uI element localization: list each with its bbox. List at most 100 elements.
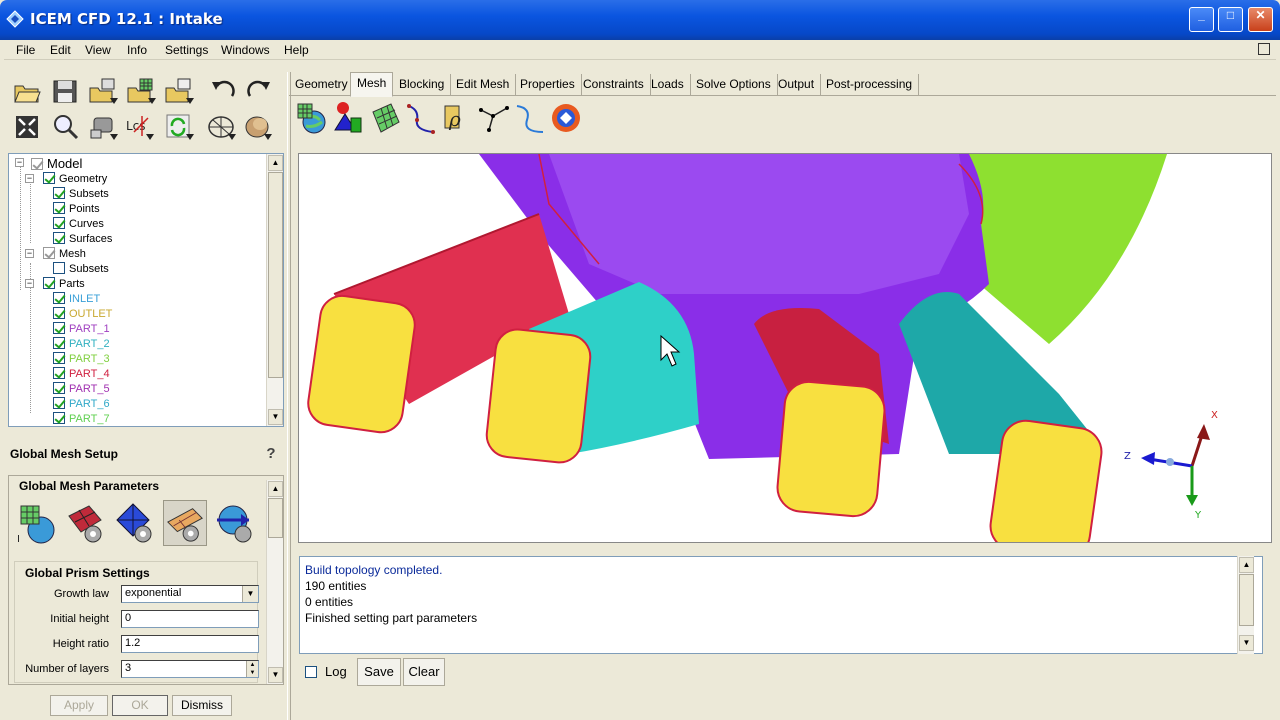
compute-mesh-icon[interactable] bbox=[549, 100, 583, 136]
tree-item-part[interactable]: OUTLET bbox=[53, 307, 112, 322]
tab-geometry[interactable]: Geometry bbox=[289, 74, 355, 96]
ok-button[interactable]: OK bbox=[112, 695, 168, 716]
close-button[interactable]: ✕ bbox=[1248, 7, 1273, 32]
tree-item-curves[interactable]: Curves bbox=[53, 217, 104, 232]
tree-item-parts[interactable]: Parts bbox=[43, 277, 85, 292]
tree-item-part[interactable]: PART_1 bbox=[53, 322, 110, 337]
tree-item-part[interactable]: PART_4 bbox=[53, 367, 110, 382]
prism-meshing-params-icon[interactable] bbox=[163, 500, 207, 546]
part-checkbox[interactable] bbox=[53, 397, 65, 409]
scroll-thumb[interactable] bbox=[268, 498, 283, 538]
message-scrollbar[interactable]: ▲ ▼ bbox=[1237, 556, 1254, 654]
tree-item-mesh[interactable]: Mesh bbox=[43, 247, 86, 262]
points-checkbox[interactable] bbox=[53, 202, 65, 214]
tree-item-part[interactable]: PART_5 bbox=[53, 382, 110, 397]
help-icon[interactable]: ? bbox=[264, 445, 278, 463]
scroll-down-icon[interactable]: ▼ bbox=[268, 409, 283, 425]
menu-windows[interactable]: Windows bbox=[221, 43, 270, 57]
mesh-subsets-checkbox[interactable] bbox=[53, 262, 65, 274]
tree-expander[interactable]: − bbox=[25, 249, 34, 258]
mesh-checkbox[interactable] bbox=[43, 247, 55, 259]
tree-item-points[interactable]: Points bbox=[53, 202, 100, 217]
create-mesh-density-icon[interactable]: ρ bbox=[441, 100, 475, 136]
maximize-button[interactable]: □ bbox=[1218, 7, 1243, 32]
restore-window-icon[interactable] bbox=[1258, 43, 1270, 55]
tab-properties[interactable]: Properties bbox=[514, 74, 582, 96]
menu-settings[interactable]: Settings bbox=[165, 43, 208, 57]
tab-constraints[interactable]: Constraints bbox=[577, 74, 651, 96]
tab-mesh[interactable]: Mesh bbox=[350, 72, 394, 97]
growth-law-select[interactable]: exponential ▼ bbox=[121, 585, 259, 603]
log-label[interactable]: Log bbox=[325, 664, 347, 679]
scroll-up-icon[interactable]: ▲ bbox=[268, 481, 283, 497]
tab-edit-mesh[interactable]: Edit Mesh bbox=[450, 74, 517, 96]
scroll-up-icon[interactable]: ▲ bbox=[1239, 557, 1254, 573]
tree-item-model[interactable]: Model bbox=[31, 156, 82, 171]
tab-blocking[interactable]: Blocking bbox=[393, 74, 452, 96]
height-ratio-input[interactable]: 1.2 bbox=[121, 635, 259, 653]
surfaces-checkbox[interactable] bbox=[53, 232, 65, 244]
part-checkbox[interactable] bbox=[53, 322, 65, 334]
save-log-button[interactable]: Save bbox=[357, 658, 401, 686]
minimize-button[interactable]: _ bbox=[1189, 7, 1214, 32]
vertical-splitter[interactable] bbox=[287, 72, 291, 720]
tree-scrollbar[interactable]: ▲ ▼ bbox=[266, 154, 283, 426]
mesh-curve-icon[interactable] bbox=[513, 100, 547, 136]
part-checkbox[interactable] bbox=[53, 307, 65, 319]
menu-info[interactable]: Info bbox=[127, 43, 147, 57]
export-icon[interactable] bbox=[164, 76, 194, 106]
curves-checkbox[interactable] bbox=[53, 217, 65, 229]
tree-expander[interactable]: − bbox=[25, 174, 34, 183]
tree-item-surfaces[interactable]: Surfaces bbox=[53, 232, 112, 247]
scroll-up-icon[interactable]: ▲ bbox=[268, 155, 283, 171]
initial-height-input[interactable]: 0 bbox=[121, 610, 259, 628]
shell-meshing-params-icon[interactable] bbox=[63, 500, 107, 546]
solid-icon[interactable] bbox=[242, 112, 272, 142]
global-mesh-setup-icon[interactable] bbox=[294, 100, 328, 136]
tab-post-processing[interactable]: Post-processing bbox=[820, 74, 920, 96]
tab-output[interactable]: Output bbox=[772, 74, 822, 96]
part-checkbox[interactable] bbox=[53, 382, 65, 394]
wireframe-icon[interactable] bbox=[206, 112, 236, 142]
apply-button[interactable]: Apply bbox=[50, 695, 108, 716]
save-icon[interactable] bbox=[50, 76, 80, 106]
part-checkbox[interactable] bbox=[53, 367, 65, 379]
parts-checkbox[interactable] bbox=[43, 277, 55, 289]
number-of-layers-input[interactable]: 3 ▲ ▼ bbox=[121, 660, 259, 678]
fit-window-icon[interactable] bbox=[12, 112, 42, 142]
tab-loads[interactable]: Loads bbox=[645, 74, 691, 96]
scroll-down-icon[interactable]: ▼ bbox=[268, 667, 283, 683]
open-icon[interactable] bbox=[12, 76, 42, 106]
connectors-icon[interactable] bbox=[477, 100, 511, 136]
mesh-import-icon[interactable] bbox=[126, 76, 156, 106]
message-log[interactable]: Build topology completed. 190 entities 0… bbox=[299, 556, 1263, 654]
tree-item-part[interactable]: PART_6 bbox=[53, 397, 110, 412]
tree-item-part[interactable]: PART_2 bbox=[53, 337, 110, 352]
import-icon[interactable] bbox=[88, 76, 118, 106]
scroll-thumb[interactable] bbox=[268, 172, 283, 378]
tree-item-mesh-subsets[interactable]: Subsets bbox=[53, 262, 109, 277]
tree-item-part[interactable]: PART_7 bbox=[53, 412, 110, 427]
tree-item-geo-subsets[interactable]: Subsets bbox=[53, 187, 109, 202]
geo-subsets-checkbox[interactable] bbox=[53, 187, 65, 199]
surface-mesh-setup-icon[interactable] bbox=[369, 100, 403, 136]
geometry-checkbox[interactable] bbox=[43, 172, 55, 184]
tree-item-part[interactable]: PART_3 bbox=[53, 352, 110, 367]
setup-scrollbar[interactable]: ▲ ▼ bbox=[266, 480, 283, 684]
chevron-down-icon[interactable]: ▼ bbox=[242, 586, 258, 602]
part-checkbox[interactable] bbox=[53, 292, 65, 304]
intake-model-render[interactable]: X Y Z bbox=[299, 154, 1272, 543]
tree-item-part[interactable]: INLET bbox=[53, 292, 100, 307]
volume-meshing-params-icon[interactable] bbox=[113, 500, 157, 546]
model-checkbox[interactable] bbox=[31, 158, 43, 170]
clear-log-button[interactable]: Clear bbox=[403, 658, 445, 686]
part-checkbox[interactable] bbox=[53, 412, 65, 424]
menu-view[interactable]: View bbox=[85, 43, 111, 57]
measure-icon[interactable] bbox=[88, 112, 118, 142]
dismiss-button[interactable]: Dismiss bbox=[172, 695, 232, 716]
tree-item-geometry[interactable]: Geometry bbox=[43, 172, 107, 187]
part-checkbox[interactable] bbox=[53, 352, 65, 364]
scroll-down-icon[interactable]: ▼ bbox=[1239, 635, 1254, 651]
part-checkbox[interactable] bbox=[53, 337, 65, 349]
zoom-icon[interactable] bbox=[50, 112, 80, 142]
